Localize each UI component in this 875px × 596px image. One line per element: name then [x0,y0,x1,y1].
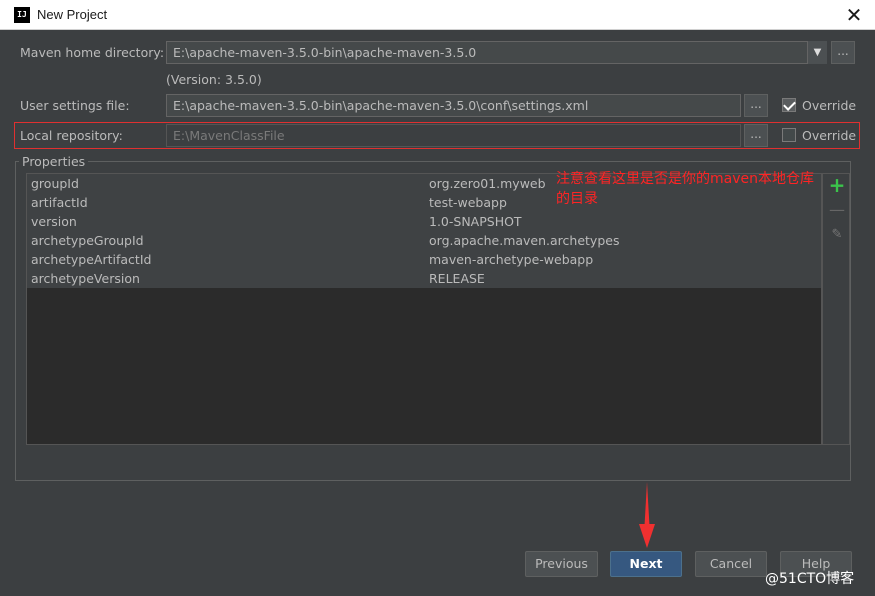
table-row[interactable]: archetypeVersion RELEASE [27,269,821,288]
annotation-note: 注意查看这里是否是你的maven本地仓库的目录 [556,171,814,207]
properties-title: Properties [19,154,89,169]
maven-home-browse-button[interactable]: ... [831,41,855,64]
chevron-down-icon[interactable]: ▼ [807,41,827,64]
local-repository-value: E:\MavenClassFile [173,128,285,143]
add-icon[interactable]: + [827,175,847,195]
property-value: org.zero01.myweb [429,176,546,191]
maven-home-value: E:\apache-maven-3.5.0-bin\apache-maven-3… [173,45,477,60]
property-key: archetypeGroupId [31,233,144,248]
close-icon[interactable]: ✕ [841,2,867,28]
next-button[interactable]: Next [610,551,682,577]
table-row[interactable]: archetypeGroupId org.apache.maven.archet… [27,231,821,250]
remove-icon[interactable]: — [827,200,847,220]
properties-table[interactable]: groupId org.zero01.myweb artifactId test… [26,173,822,445]
table-row[interactable]: version 1.0-SNAPSHOT [27,212,821,231]
red-arrow-annotation [639,482,655,548]
property-key: version [31,214,77,229]
cancel-button[interactable]: Cancel [695,551,767,577]
settings-override-label: Override [802,98,857,113]
local-repository-field[interactable]: E:\MavenClassFile [166,124,741,147]
repo-override-checkbox[interactable] [782,128,796,142]
maven-home-combo[interactable]: E:\apache-maven-3.5.0-bin\apache-maven-3… [166,41,827,64]
window-title: New Project [37,7,108,22]
property-key: artifactId [31,195,88,210]
property-key: archetypeVersion [31,271,140,286]
intellij-app-icon: IJ [14,7,30,23]
repo-override-label: Override [802,128,857,143]
property-value: org.apache.maven.archetypes [429,233,620,248]
maven-version-text: (Version: 3.5.0) [166,72,262,87]
property-value: RELEASE [429,271,485,286]
user-settings-value: E:\apache-maven-3.5.0-bin\apache-maven-3… [173,98,589,113]
settings-override-checkbox[interactable] [782,98,796,112]
property-value: test-webapp [429,195,507,210]
local-repository-label: Local repository: [20,128,123,143]
property-key: groupId [31,176,79,191]
title-bar: IJ New Project ✕ [0,0,875,30]
user-settings-browse-button[interactable]: ... [744,94,768,117]
local-repository-browse-button[interactable]: ... [744,124,768,147]
user-settings-field[interactable]: E:\apache-maven-3.5.0-bin\apache-maven-3… [166,94,741,117]
table-row[interactable]: archetypeArtifactId maven-archetype-weba… [27,250,821,269]
edit-pencil-icon[interactable]: ✎ [827,225,847,245]
maven-home-label: Maven home directory: [20,45,165,60]
property-value: maven-archetype-webapp [429,252,594,267]
watermark: @51CTO博客 [765,571,855,587]
property-key: archetypeArtifactId [31,252,152,267]
property-value: 1.0-SNAPSHOT [429,214,522,229]
properties-toolbar: + — ✎ [822,173,850,445]
user-settings-label: User settings file: [20,98,130,113]
previous-button[interactable]: Previous [525,551,598,577]
